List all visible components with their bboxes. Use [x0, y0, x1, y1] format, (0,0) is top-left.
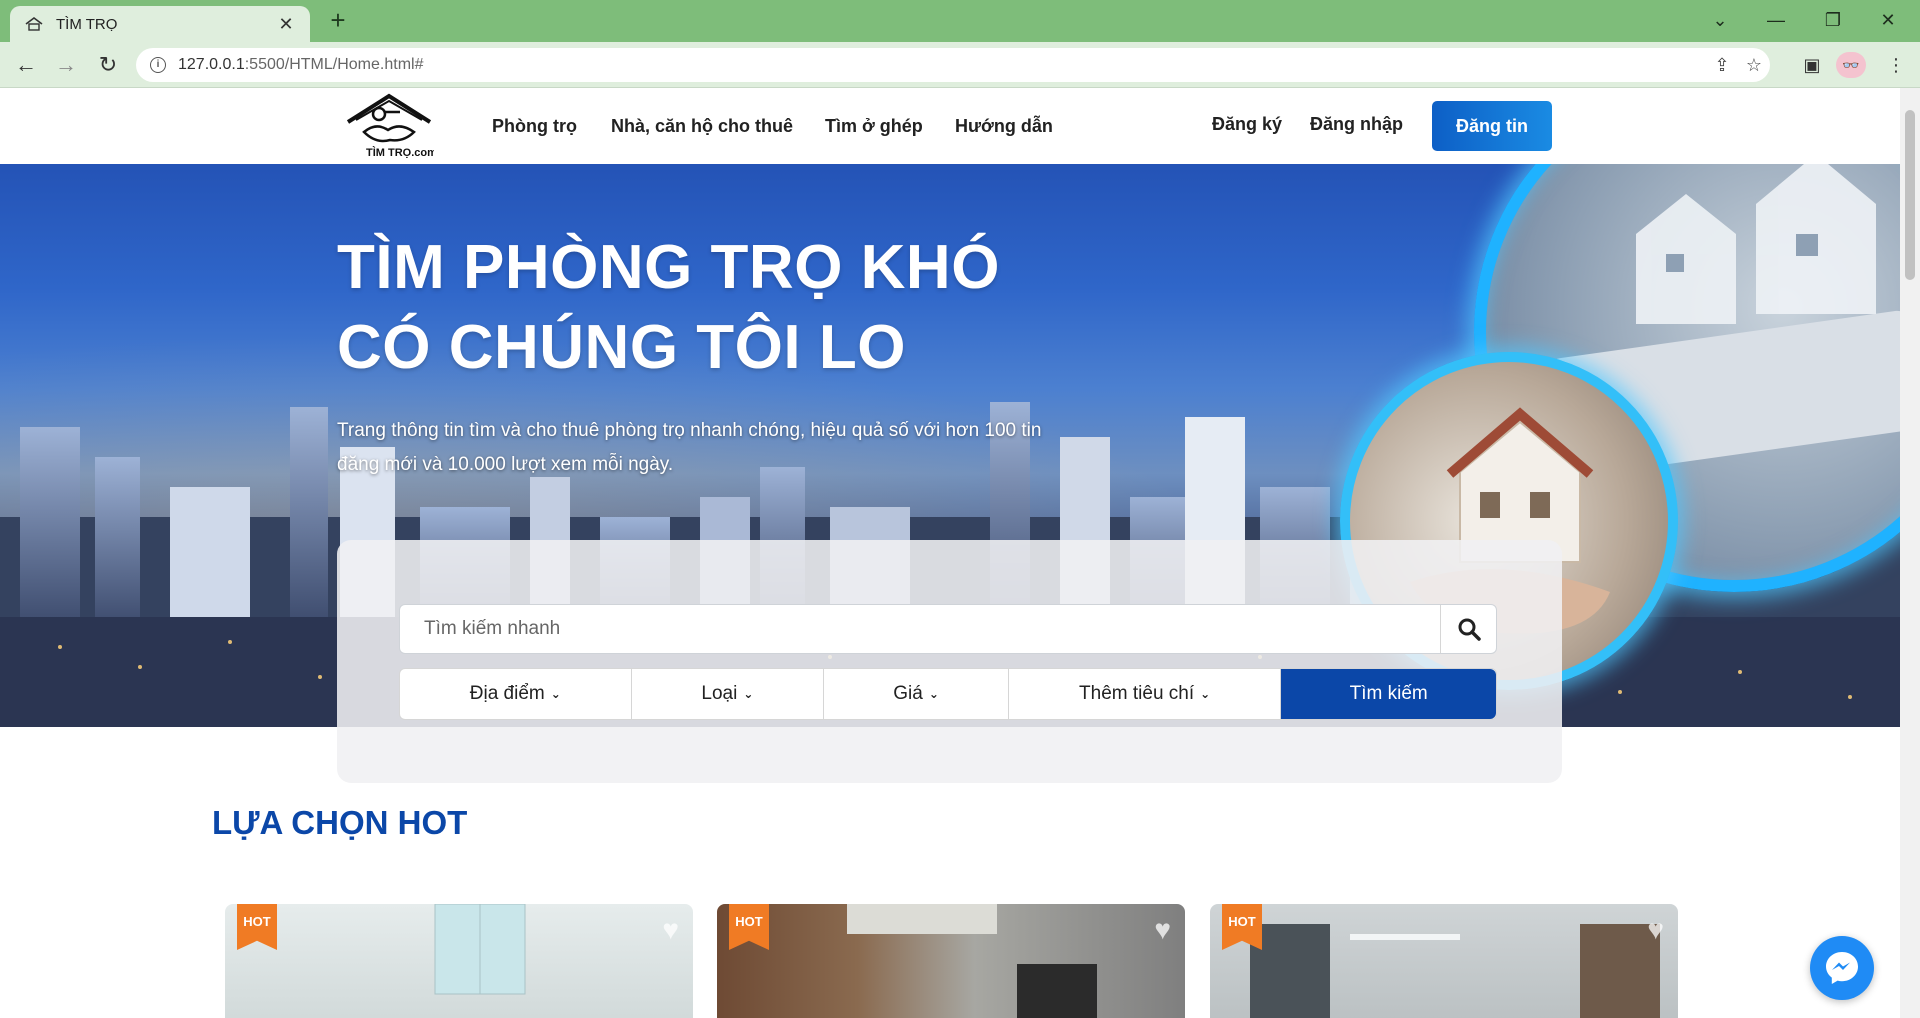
quick-search-box: [399, 604, 1497, 654]
chevron-down-icon: ⌄: [928, 687, 939, 701]
forward-icon[interactable]: →: [50, 50, 82, 80]
chevron-down-icon: ⌄: [743, 687, 754, 701]
new-tab-icon[interactable]: +: [323, 6, 353, 36]
listing-photo: [434, 904, 526, 995]
listing-card[interactable]: HOT ♥: [717, 904, 1185, 1018]
nav-phong-tro[interactable]: Phòng trọ: [492, 116, 577, 137]
quick-search-input[interactable]: [400, 605, 1440, 653]
reload-icon[interactable]: ↻: [92, 50, 124, 80]
price-filter[interactable]: Giá ⌄: [824, 669, 1009, 719]
favorite-heart-icon[interactable]: ♥: [1154, 914, 1171, 946]
logo-text: TÌM TRỌ.com: [366, 146, 434, 159]
hero-title: TÌM PHÒNG TRỌ KHÓ CÓ CHÚNG TÔI LO: [337, 233, 1000, 382]
nav-nha-can-ho[interactable]: Nhà, căn hộ cho thuê: [611, 116, 793, 137]
tab-title: TÌM TRỌ: [56, 15, 118, 33]
listing-card[interactable]: HOT ♥: [225, 904, 693, 1018]
browser-toolbar: ← → ↻ i 127.0.0.1:5500/HTML/Home.html# ⇪…: [0, 42, 1920, 88]
address-url[interactable]: 127.0.0.1:5500/HTML/Home.html#: [178, 56, 1706, 74]
minimize-icon[interactable]: —: [1756, 4, 1796, 36]
type-filter[interactable]: Loại ⌄: [632, 669, 825, 719]
register-link[interactable]: Đăng ký: [1212, 114, 1282, 135]
search-panel: Địa điểm ⌄ Loại ⌄ Giá ⌄ Thêm tiêu chí ⌄ Tìm …: [337, 540, 1562, 783]
side-panel-icon[interactable]: ▣: [1796, 50, 1828, 80]
browser-tab[interactable]: TÌM TRỌ ✕: [10, 6, 310, 42]
chevron-down-icon: ⌄: [550, 687, 561, 701]
address-bar[interactable]: i 127.0.0.1:5500/HTML/Home.html# ⇪ ☆: [136, 48, 1770, 82]
listing-photo: [1250, 924, 1660, 1018]
nav-huong-dan[interactable]: Hướng dẫn: [955, 116, 1053, 137]
listing-card[interactable]: HOT ♥: [1210, 904, 1678, 1018]
post-listing-button[interactable]: Đăng tin: [1432, 101, 1552, 151]
favorite-heart-icon[interactable]: ♥: [1647, 914, 1664, 946]
site-header: TÌM TRỌ.com Phòng trọ Nhà, căn hộ cho th…: [0, 88, 1900, 164]
chevron-down-icon: ⌄: [1200, 687, 1211, 701]
search-submit-button[interactable]: Tìm kiếm: [1281, 669, 1496, 719]
profile-avatar[interactable]: 👓: [1836, 52, 1866, 78]
page-viewport: TÌM TRỌ.com Phòng trọ Nhà, căn hộ cho th…: [0, 88, 1900, 1018]
nav-tim-o-ghep[interactable]: Tìm ở ghép: [825, 116, 923, 137]
restore-icon[interactable]: ❐: [1813, 4, 1853, 36]
browser-tabstrip: TÌM TRỌ ✕ + ⌄ — ❐ ✕: [0, 0, 1920, 42]
listing-photo: [847, 904, 1097, 1018]
browser-menu-icon[interactable]: ⋮: [1880, 50, 1912, 80]
page-scrollbar[interactable]: [1900, 88, 1920, 1018]
type-filter-label: Loại: [701, 683, 738, 704]
site-favicon-icon: [24, 16, 44, 32]
share-icon[interactable]: ⇪: [1706, 55, 1738, 76]
tab-search-icon[interactable]: ⌄: [1700, 4, 1740, 36]
location-filter-label: Địa điểm: [469, 683, 545, 704]
more-criteria-filter[interactable]: Thêm tiêu chí ⌄: [1009, 669, 1282, 719]
filter-row: Địa điểm ⌄ Loại ⌄ Giá ⌄ Thêm tiêu chí ⌄ Tìm …: [399, 668, 1497, 720]
location-filter[interactable]: Địa điểm ⌄: [400, 669, 632, 719]
price-filter-label: Giá: [893, 683, 923, 704]
login-link[interactable]: Đăng nhập: [1310, 114, 1403, 135]
favorite-heart-icon[interactable]: ♥: [662, 914, 679, 946]
back-icon[interactable]: ←: [10, 50, 42, 80]
scrollbar-thumb[interactable]: [1905, 110, 1915, 280]
site-logo[interactable]: TÌM TRỌ.com: [344, 92, 437, 162]
hot-section-title: LỰA CHỌN HOT: [212, 804, 468, 841]
more-criteria-label: Thêm tiêu chí: [1079, 683, 1195, 704]
hero-subtitle: Trang thông tin tìm và cho thuê phòng tr…: [337, 420, 1042, 475]
site-info-icon[interactable]: i: [150, 57, 166, 73]
messenger-chat-icon[interactable]: [1810, 936, 1874, 1000]
close-window-icon[interactable]: ✕: [1868, 4, 1908, 36]
bookmark-star-icon[interactable]: ☆: [1738, 55, 1770, 76]
close-tab-icon[interactable]: ✕: [276, 14, 296, 35]
search-icon[interactable]: [1440, 605, 1496, 653]
